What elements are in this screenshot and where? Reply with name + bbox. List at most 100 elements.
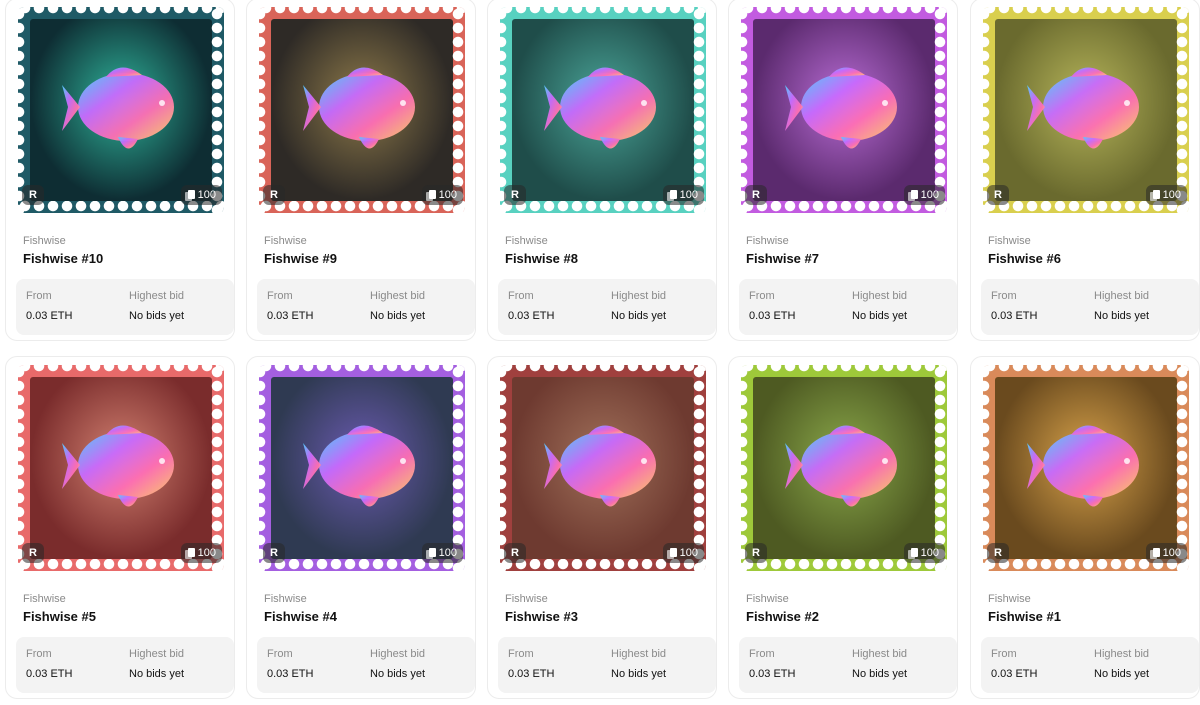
nft-card[interactable]: R 100 Fishwise Fishwise #7 From Highest … xyxy=(728,0,958,341)
price-label: From xyxy=(991,648,1017,660)
stamp-frame xyxy=(983,365,1189,571)
edition-count-badge: 100 xyxy=(903,543,945,563)
stamp-artwork xyxy=(271,377,453,559)
price-label: From xyxy=(267,648,293,660)
price-value: 0.03 ETH xyxy=(26,310,73,322)
nft-image[interactable]: R 100 xyxy=(971,0,1199,217)
rarity-badge: R xyxy=(263,543,285,563)
price-value: 0.03 ETH xyxy=(267,668,314,680)
price-value: 0.03 ETH xyxy=(991,310,1038,322)
highest-bid-label: Highest bid xyxy=(852,648,908,660)
nft-title[interactable]: Fishwise #7 xyxy=(746,251,819,266)
edition-count: 100 xyxy=(1162,189,1181,201)
highest-bid-label: Highest bid xyxy=(370,290,426,302)
stamp-artwork xyxy=(271,19,453,201)
stamp-artwork xyxy=(753,19,935,201)
nft-image[interactable]: R 100 xyxy=(247,357,475,575)
nft-card[interactable]: R 100 Fishwise Fishwise #8 From Highest … xyxy=(487,0,717,341)
price-box: From Highest bid 0.03 ETH No bids yet xyxy=(981,279,1199,335)
nft-image[interactable]: R 100 xyxy=(488,0,716,217)
fish-artwork xyxy=(62,67,174,149)
collection-name[interactable]: Fishwise xyxy=(23,235,66,247)
stamp-artwork xyxy=(30,377,212,559)
highest-bid-label: Highest bid xyxy=(129,648,185,660)
nft-card[interactable]: R 100 Fishwise Fishwise #5 From Highest … xyxy=(5,356,235,699)
collection-name[interactable]: Fishwise xyxy=(746,593,789,605)
price-box: From Highest bid 0.03 ETH No bids yet xyxy=(16,279,234,335)
collection-name[interactable]: Fishwise xyxy=(23,593,66,605)
edition-count: 100 xyxy=(197,189,216,201)
price-box: From Highest bid 0.03 ETH No bids yet xyxy=(739,279,957,335)
highest-bid-label: Highest bid xyxy=(1094,290,1150,302)
edition-count: 100 xyxy=(438,547,457,559)
collection-name[interactable]: Fishwise xyxy=(264,593,307,605)
nft-image[interactable]: R 100 xyxy=(488,357,716,575)
nft-title[interactable]: Fishwise #4 xyxy=(264,609,337,624)
price-label: From xyxy=(26,290,52,302)
nft-image[interactable]: R 100 xyxy=(971,357,1199,575)
nft-card[interactable]: R 100 Fishwise Fishwise #2 From Highest … xyxy=(728,356,958,699)
rarity-badge: R xyxy=(22,185,44,205)
stamp-artwork xyxy=(995,19,1177,201)
edition-count-badge: 100 xyxy=(421,185,463,205)
nft-image[interactable]: R 100 xyxy=(6,0,234,217)
nft-card[interactable]: R 100 Fishwise Fishwise #6 From Highest … xyxy=(970,0,1200,341)
nft-title[interactable]: Fishwise #8 xyxy=(505,251,578,266)
edition-count-badge: 100 xyxy=(1145,543,1187,563)
fish-artwork xyxy=(1027,67,1139,149)
nft-title[interactable]: Fishwise #5 xyxy=(23,609,96,624)
rarity-badge: R xyxy=(745,543,767,563)
nft-card[interactable]: R 100 Fishwise Fishwise #9 From Highest … xyxy=(246,0,476,341)
nft-image[interactable]: R 100 xyxy=(729,0,957,217)
nft-title[interactable]: Fishwise #3 xyxy=(505,609,578,624)
nft-image[interactable]: R 100 xyxy=(729,357,957,575)
fish-artwork xyxy=(303,425,415,507)
collection-name[interactable]: Fishwise xyxy=(746,235,789,247)
nft-title[interactable]: Fishwise #6 xyxy=(988,251,1061,266)
copies-icon xyxy=(184,547,195,559)
copies-icon xyxy=(666,547,677,559)
collection-name[interactable]: Fishwise xyxy=(988,235,1031,247)
nft-image[interactable]: R 100 xyxy=(6,357,234,575)
fish-artwork xyxy=(303,67,415,149)
collection-name[interactable]: Fishwise xyxy=(264,235,307,247)
collection-name[interactable]: Fishwise xyxy=(505,235,548,247)
fish-artwork xyxy=(785,67,897,149)
price-value: 0.03 ETH xyxy=(749,310,796,322)
stamp-frame xyxy=(259,365,465,571)
nft-title[interactable]: Fishwise #1 xyxy=(988,609,1061,624)
copies-icon xyxy=(425,189,436,201)
collection-name[interactable]: Fishwise xyxy=(505,593,548,605)
rarity-badge: R xyxy=(987,543,1009,563)
nft-card[interactable]: R 100 Fishwise Fishwise #4 From Highest … xyxy=(246,356,476,699)
edition-count: 100 xyxy=(1162,547,1181,559)
edition-count-badge: 100 xyxy=(662,543,704,563)
fish-artwork xyxy=(544,425,656,507)
stamp-frame xyxy=(500,7,706,213)
highest-bid-value: No bids yet xyxy=(129,668,185,680)
nft-title[interactable]: Fishwise #9 xyxy=(264,251,337,266)
copies-icon xyxy=(184,189,195,201)
nft-card[interactable]: R 100 Fishwise Fishwise #1 From Highest … xyxy=(970,356,1200,699)
highest-bid-value: No bids yet xyxy=(370,310,426,322)
nft-title[interactable]: Fishwise #2 xyxy=(746,609,819,624)
price-box: From Highest bid 0.03 ETH No bids yet xyxy=(981,637,1199,693)
highest-bid-value: No bids yet xyxy=(611,310,667,322)
copies-icon xyxy=(1149,547,1160,559)
copies-icon xyxy=(1149,189,1160,201)
collection-name[interactable]: Fishwise xyxy=(988,593,1031,605)
highest-bid-label: Highest bid xyxy=(370,648,426,660)
nft-title[interactable]: Fishwise #10 xyxy=(23,251,103,266)
copies-icon xyxy=(666,189,677,201)
highest-bid-value: No bids yet xyxy=(1094,310,1150,322)
price-label: From xyxy=(508,648,534,660)
copies-icon xyxy=(425,547,436,559)
price-label: From xyxy=(26,648,52,660)
stamp-frame xyxy=(500,365,706,571)
highest-bid-label: Highest bid xyxy=(129,290,185,302)
nft-card[interactable]: R 100 Fishwise Fishwise #3 From Highest … xyxy=(487,356,717,699)
edition-count: 100 xyxy=(920,547,939,559)
nft-card[interactable]: R 100 Fishwise Fishwise #10 From Highest… xyxy=(5,0,235,341)
nft-image[interactable]: R 100 xyxy=(247,0,475,217)
rarity-badge: R xyxy=(504,543,526,563)
